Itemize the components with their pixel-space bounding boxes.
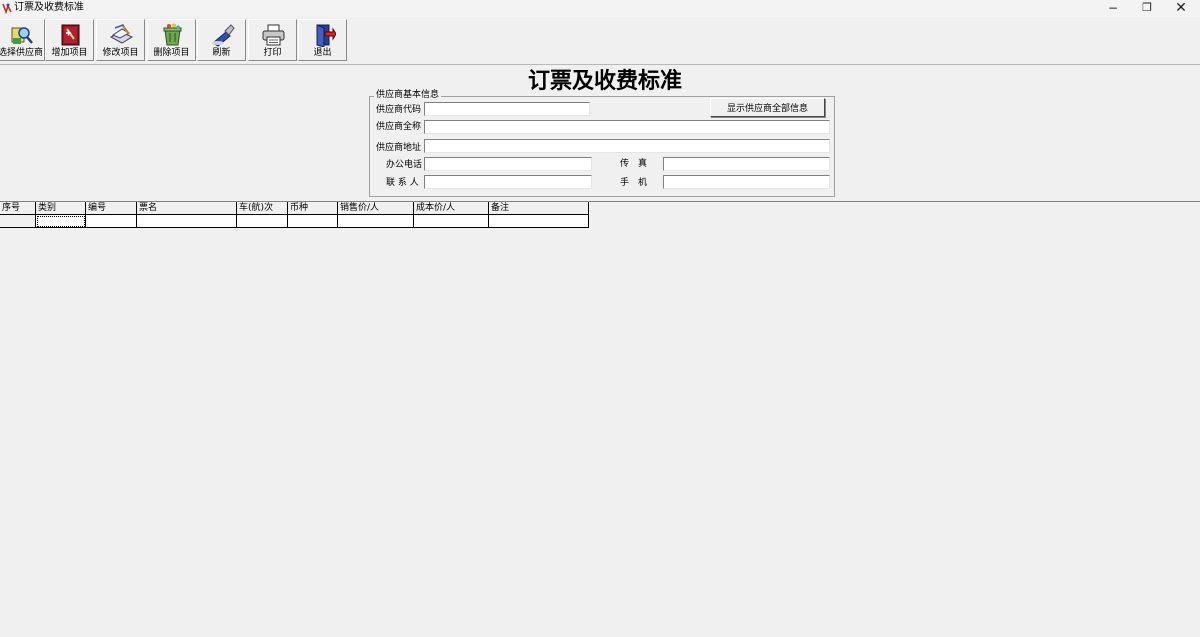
table-cell[interactable] xyxy=(36,215,86,228)
mobile-label: 手 机 xyxy=(620,178,648,188)
print-button[interactable]: 打印 xyxy=(248,19,297,61)
show-all-supplier-info-button[interactable]: 显示供应商全部信息 xyxy=(710,98,825,117)
refresh-button[interactable]: 刷新 xyxy=(197,19,246,61)
add-item-button[interactable]: 增加项目 xyxy=(45,19,94,61)
table-cell[interactable] xyxy=(489,215,589,228)
edit-item-label: 修改项目 xyxy=(102,48,139,58)
printer-icon xyxy=(262,24,285,46)
supplier-fullname-label: 供应商全称 xyxy=(376,122,422,132)
supplier-fullname-input[interactable] xyxy=(424,120,830,134)
delete-item-label: 删除项目 xyxy=(153,48,190,58)
column-header-currency[interactable]: 币种 xyxy=(288,202,338,215)
office-phone-label: 办公电话 xyxy=(386,160,423,170)
column-header-ticket-name[interactable]: 票名 xyxy=(137,202,237,215)
table-cell[interactable] xyxy=(237,215,288,228)
delete-item-icon xyxy=(163,23,182,46)
refresh-icon xyxy=(212,24,235,47)
minimize-button[interactable]: − xyxy=(1098,0,1128,17)
column-header-seq[interactable]: 序号 xyxy=(0,202,36,215)
select-supplier-label: 选择供应商 xyxy=(0,48,43,58)
add-item-label: 增加项目 xyxy=(51,48,88,58)
supplier-code-input[interactable] xyxy=(424,102,590,116)
column-header-cost-price[interactable]: 成本价/人 xyxy=(414,202,489,215)
table-cell[interactable] xyxy=(86,215,137,228)
edit-item-icon xyxy=(109,24,134,44)
window-title: 订票及收费标准 xyxy=(14,2,84,13)
fax-input[interactable] xyxy=(663,157,830,171)
app-icon xyxy=(2,3,12,14)
close-button[interactable]: ✕ xyxy=(1166,0,1196,17)
column-header-category[interactable]: 类别 xyxy=(36,202,86,215)
maximize-button[interactable]: ❐ xyxy=(1132,0,1162,17)
page-title: 订票及收费标准 xyxy=(527,68,682,94)
edit-item-button[interactable]: 修改项目 xyxy=(96,19,145,61)
select-supplier-icon xyxy=(11,27,33,44)
title-bar: 订票及收费标准 − ❐ ✕ xyxy=(0,0,1200,17)
delete-item-button[interactable]: 删除项目 xyxy=(147,19,196,61)
fax-label: 传 真 xyxy=(620,159,648,169)
select-supplier-button[interactable]: 选择供应商 xyxy=(0,19,45,61)
print-label: 打印 xyxy=(263,48,282,58)
table-cell[interactable] xyxy=(338,215,414,228)
add-item-icon xyxy=(61,24,80,46)
column-header-trip[interactable]: 车(航)次 xyxy=(237,202,288,215)
refresh-label: 刷新 xyxy=(212,48,231,58)
office-phone-input[interactable] xyxy=(424,157,592,171)
table-cell[interactable] xyxy=(288,215,338,228)
contact-person-label: 联 系 人 xyxy=(386,178,419,188)
toolbar: 选择供应商 增加项目 修改项目 删除项目 刷新 打印 退出 xyxy=(0,17,1200,65)
contact-person-input[interactable] xyxy=(424,175,592,189)
table-cell[interactable] xyxy=(414,215,489,228)
table-cell[interactable] xyxy=(137,215,237,228)
exit-icon xyxy=(316,24,336,47)
supplier-address-input[interactable] xyxy=(424,139,830,153)
supplier-address-label: 供应商地址 xyxy=(376,143,422,153)
column-header-remark[interactable]: 备注 xyxy=(489,202,589,215)
column-header-number[interactable]: 编号 xyxy=(86,202,137,215)
supplier-code-label: 供应商代码 xyxy=(376,105,422,115)
supplier-info-group-label: 供应商基本信息 xyxy=(374,90,442,101)
exit-button[interactable]: 退出 xyxy=(298,19,347,61)
mobile-input[interactable] xyxy=(663,175,830,189)
column-header-sale-price[interactable]: 销售价/人 xyxy=(338,202,414,215)
table-row-indicator[interactable] xyxy=(0,215,36,228)
exit-label: 退出 xyxy=(313,48,332,58)
